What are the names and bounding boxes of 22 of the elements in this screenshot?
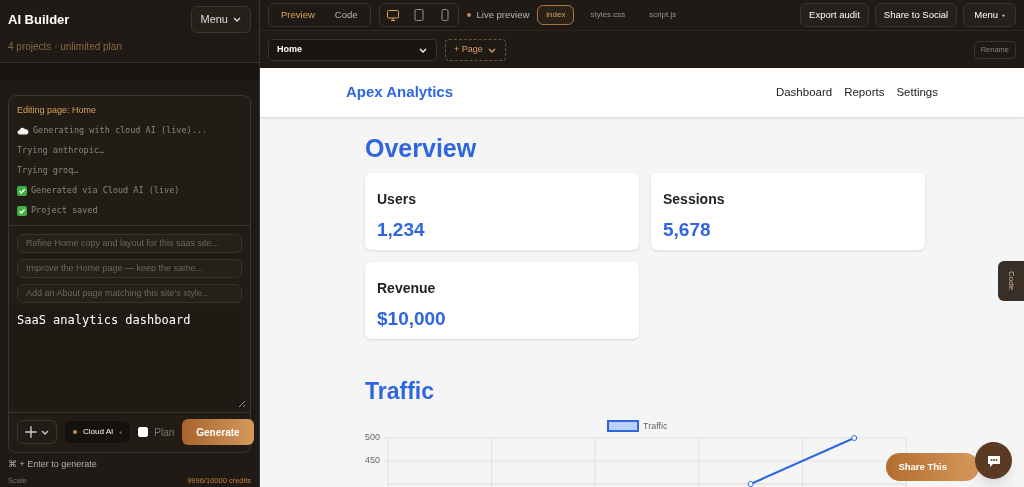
stat-label: Users bbox=[377, 190, 417, 209]
log-line: Trying anthropic… bbox=[17, 144, 104, 157]
plan-label: Plan bbox=[154, 425, 175, 440]
log-line: Generated via Cloud AI (live) bbox=[31, 184, 180, 197]
page-heading: Overview bbox=[365, 133, 478, 164]
log-heading: Editing page: Home bbox=[17, 103, 98, 117]
app-title: AI Builder bbox=[8, 10, 70, 29]
legend-label: Traffic bbox=[643, 420, 668, 431]
stat-value: 5,678 bbox=[663, 218, 712, 242]
stat-value: $10,000 bbox=[377, 307, 447, 331]
live-label: Live preview bbox=[476, 7, 530, 22]
stat-value: 1,234 bbox=[377, 218, 426, 242]
section-heading: Traffic bbox=[365, 377, 436, 406]
plan-subtitle: 4 projects · unlimited plan bbox=[7, 39, 123, 54]
log-line: Generating with cloud AI (live)... bbox=[33, 124, 207, 137]
stat-label: Sessions bbox=[663, 190, 726, 209]
log-line: Trying groq… bbox=[17, 164, 79, 177]
axis-tick-label: 500 bbox=[364, 431, 380, 442]
shortcut-hint: ⌘ + Enter to generate bbox=[7, 457, 98, 471]
log-line: Project saved bbox=[31, 204, 98, 217]
stat-label: Revenue bbox=[377, 279, 437, 298]
axis-tick-label: 450 bbox=[364, 454, 380, 465]
